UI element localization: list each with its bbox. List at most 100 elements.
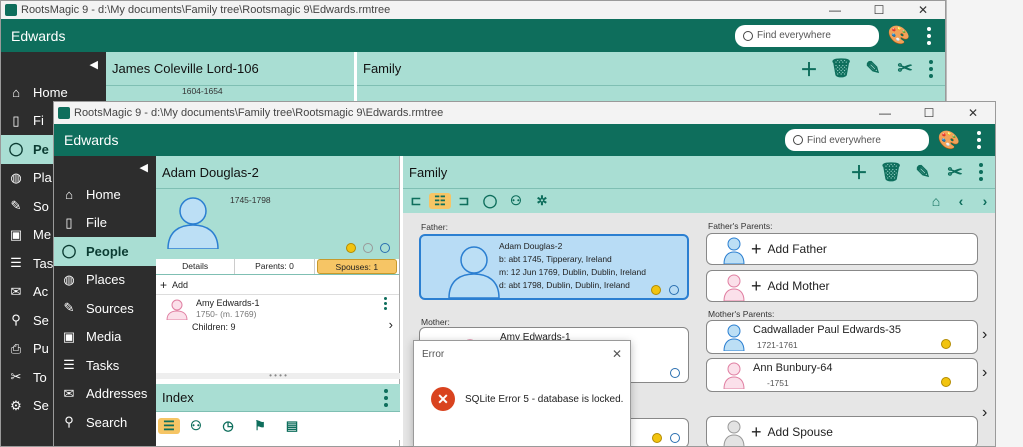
- male-silhouette-icon: [723, 237, 745, 264]
- hint-icon[interactable]: [652, 433, 662, 443]
- person-panel: Adam Douglas-2 1745-1798 Details Parents…: [156, 156, 400, 446]
- close-icon[interactable]: ✕: [612, 347, 622, 361]
- chevron-right-icon[interactable]: ›: [982, 326, 987, 344]
- edit-icon[interactable]: ✎: [907, 162, 939, 183]
- chevron-right-icon[interactable]: ›: [982, 404, 987, 422]
- mothers-mother-name: Ann Bunbury-64: [753, 362, 833, 374]
- front-search-input[interactable]: Find everywhere: [785, 129, 929, 151]
- back-window-title: RootsMagic 9 - d:\My documents\Family tr…: [21, 4, 391, 16]
- back-arrow-icon[interactable]: ‹: [949, 193, 973, 209]
- front-titlebar[interactable]: RootsMagic 9 - d:\My documents\Family tr…: [54, 102, 995, 124]
- tab-parents[interactable]: Parents: 0: [235, 259, 315, 274]
- back-family-menu-icon[interactable]: [921, 59, 941, 78]
- hint-icon[interactable]: [941, 339, 951, 349]
- plus-icon: +: [751, 238, 762, 259]
- splitter-handle[interactable]: • • • •: [156, 372, 400, 380]
- nav-places[interactable]: ◍ Places: [54, 266, 156, 295]
- hint-icon[interactable]: [346, 243, 356, 253]
- palette-icon[interactable]: 🎨: [879, 25, 919, 46]
- chevron-right-icon[interactable]: ›: [982, 364, 987, 382]
- familysearch-icon[interactable]: [380, 243, 390, 253]
- nav-media[interactable]: ▣ Media: [54, 323, 156, 352]
- index-menu-icon[interactable]: [376, 388, 396, 407]
- hint-icon[interactable]: [941, 377, 951, 387]
- edit-icon[interactable]: ✎: [857, 58, 889, 79]
- father-card[interactable]: Adam Douglas-2 b: abt 1745, Tipperary, I…: [419, 234, 689, 300]
- add-spouse-button[interactable]: + Add Spouse: [706, 416, 978, 446]
- front-menu-icon[interactable]: [969, 131, 989, 149]
- front-sidebar: ◀ ⌂ Home ▯ File ◯ People ◍ Places ✎ Sources ▣…: [54, 156, 156, 446]
- person-view-icon[interactable]: ◯: [477, 193, 503, 209]
- network-view-icon[interactable]: ✲: [529, 193, 555, 209]
- mothers-father-card[interactable]: Cadwallader Paul Edwards-35 1721-1761: [706, 320, 978, 354]
- add-icon[interactable]: ＋: [793, 56, 825, 82]
- nav-file[interactable]: ▯ File: [54, 209, 156, 238]
- back-search-input[interactable]: Find everywhere: [735, 24, 879, 47]
- spouse-menu-icon[interactable]: [375, 297, 395, 310]
- collapse-icon[interactable]: ◀: [1, 52, 106, 78]
- front-window-title: RootsMagic 9 - d:\My documents\Family tr…: [74, 107, 444, 119]
- familysearch-icon[interactable]: [670, 368, 680, 378]
- error-dialog: Error ✕ ✕ SQLite Error 5 - database is l…: [413, 340, 631, 447]
- minimize-icon[interactable]: —: [863, 106, 907, 120]
- tools-icon[interactable]: ✂: [889, 58, 921, 79]
- add-mother-button[interactable]: + Add Mother: [706, 270, 978, 302]
- nav-search[interactable]: ⚲ Search: [54, 408, 156, 437]
- nav-sources[interactable]: ✎ Sources: [54, 294, 156, 323]
- tools-icon[interactable]: ✂: [939, 162, 971, 183]
- minimize-icon[interactable]: —: [813, 3, 857, 17]
- add-icon[interactable]: ＋: [843, 159, 875, 185]
- nav-tasks[interactable]: ☰ Tasks: [54, 351, 156, 380]
- father-name: Adam Douglas-2: [499, 241, 563, 251]
- pedigree-view-icon[interactable]: ⊏: [403, 193, 429, 209]
- tab-spouses[interactable]: Spouses: 1: [316, 259, 397, 274]
- father-death: d: abt 1798, Dublin, Dublin, Ireland: [499, 280, 630, 290]
- familysearch-icon[interactable]: [669, 285, 679, 295]
- spouse-name: Amy Edwards-1: [196, 298, 260, 308]
- delete-icon[interactable]: 🗑: [825, 58, 857, 79]
- home-icon[interactable]: ⌂: [923, 193, 949, 209]
- error-titlebar[interactable]: Error ✕: [414, 341, 630, 367]
- add-father-button[interactable]: + Add Father: [706, 233, 978, 265]
- plus-icon: +: [751, 421, 762, 442]
- nav-home[interactable]: ⌂ Home: [54, 180, 156, 209]
- image-icon: ▣: [9, 226, 23, 242]
- nav-addresses[interactable]: ✉ Addresses: [54, 380, 156, 409]
- mothers-parents-label: Mother's Parents:: [708, 309, 775, 319]
- delete-icon[interactable]: 🗑: [875, 162, 907, 183]
- nav-people[interactable]: ◯ People: [54, 237, 156, 266]
- mail-icon: ✉: [10, 283, 22, 299]
- maximize-icon[interactable]: ☐: [857, 3, 901, 17]
- back-titlebar[interactable]: RootsMagic 9 - d:\My documents\Family tr…: [1, 1, 945, 19]
- familysearch-icon[interactable]: [670, 433, 680, 443]
- family-view-icon[interactable]: ☷: [429, 193, 451, 209]
- back-menu-icon[interactable]: [919, 26, 939, 45]
- file-icon: ▯: [65, 214, 73, 230]
- groups-icon[interactable]: ⚇: [180, 418, 212, 434]
- palette-icon[interactable]: 🎨: [929, 130, 969, 151]
- people-view-icon[interactable]: ⚇: [503, 193, 529, 209]
- person-icon: ◯: [8, 141, 24, 157]
- hint-icon[interactable]: [651, 285, 661, 295]
- back-family-head: Family ＋ 🗑 ✎ ✂: [357, 52, 945, 86]
- add-spouse-row[interactable]: + Add: [156, 275, 399, 295]
- family-menu-icon[interactable]: [971, 163, 991, 181]
- folder-person-icon[interactable]: ▤: [276, 418, 308, 434]
- history-icon[interactable]: ◷: [212, 418, 244, 434]
- app-logo-icon: [5, 4, 17, 16]
- forward-arrow-icon[interactable]: ›: [973, 193, 995, 209]
- close-icon[interactable]: ✕: [951, 106, 995, 120]
- bookmark-icon[interactable]: ⚑: [244, 418, 276, 434]
- gear-icon: ⚙: [10, 397, 22, 413]
- index-list-icon[interactable]: ☰: [158, 418, 180, 434]
- mothers-father-name: Cadwallader Paul Edwards-35: [753, 324, 901, 336]
- mothers-mother-card[interactable]: Ann Bunbury-64 -1751: [706, 358, 978, 392]
- close-icon[interactable]: ✕: [901, 3, 945, 17]
- maximize-icon[interactable]: ☐: [907, 106, 951, 120]
- descendant-view-icon[interactable]: ⊐: [451, 193, 477, 209]
- spouse-row[interactable]: Amy Edwards-1 1750- (m. 1769) Children: …: [156, 295, 399, 335]
- circle-icon: [363, 243, 373, 253]
- tab-details[interactable]: Details: [156, 259, 236, 274]
- collapse-icon[interactable]: ◀: [54, 156, 156, 180]
- chevron-right-icon[interactable]: ›: [389, 317, 393, 332]
